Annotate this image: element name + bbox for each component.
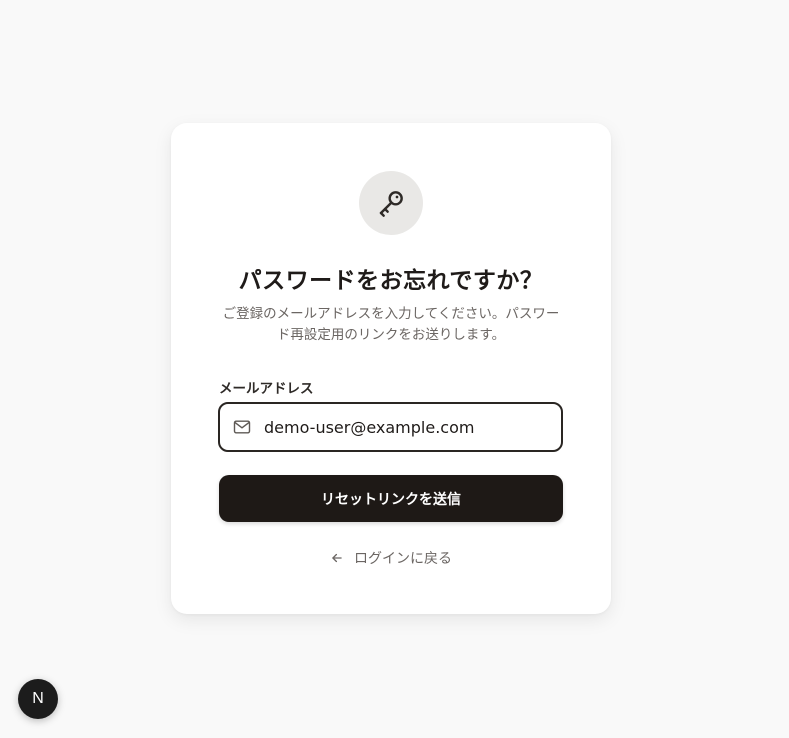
back-to-login-label: ログインに戻る [354, 551, 452, 567]
mail-icon [232, 417, 252, 437]
forgot-password-card: パスワードをお忘れですか？ ご登録のメールアドレスを入力してください。パスワード… [171, 123, 611, 614]
email-field-label: メールアドレス [219, 381, 314, 397]
dev-tools-badge-label: N [32, 690, 44, 707]
email-input[interactable] [264, 417, 561, 437]
dev-tools-badge[interactable]: N [18, 679, 58, 719]
email-field-container[interactable] [218, 402, 563, 452]
arrow-left-icon [330, 551, 344, 565]
key-icon [379, 191, 403, 217]
page-description: ご登録のメールアドレスを入力してください。パスワード再設定用のリンクをお送りしま… [222, 306, 560, 343]
page-title: パスワードをお忘れですか？ [238, 268, 544, 294]
send-reset-link-button[interactable]: リセットリンクを送信 [219, 475, 563, 522]
key-icon-badge [359, 171, 423, 235]
back-to-login-link[interactable]: ログインに戻る [171, 548, 611, 568]
